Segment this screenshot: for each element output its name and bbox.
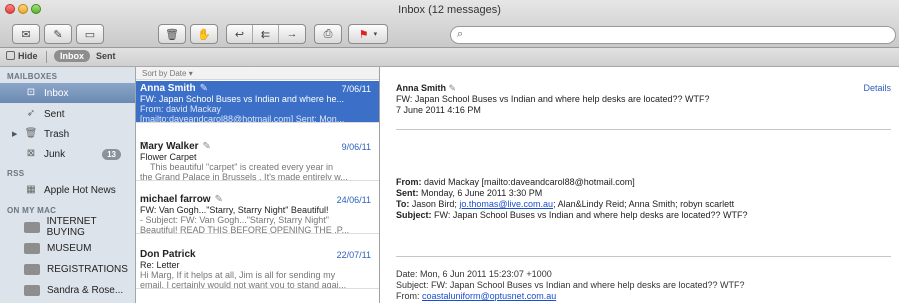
message-date: 7/06/11: [341, 84, 371, 94]
message-preview: - Subject: FW: Van Gogh..."Starry, Starr…: [140, 215, 329, 225]
delete-button[interactable]: 🗑: [158, 24, 186, 44]
title-toolbar: Inbox (12 messages) ✉ ✎ ▭ 🗑 ✋ ↩ ⇇ → ⎙ ⚑ ▾…: [0, 0, 899, 48]
favorite-inbox[interactable]: Inbox: [54, 50, 90, 62]
paperclip-icon: ✎: [202, 141, 211, 152]
sidebar-item-internet-buying[interactable]: INTERNET BUYING: [0, 216, 135, 238]
inbox-icon: ⊡: [26, 87, 36, 98]
list-item[interactable]: Mary Walker ✎ 9/06/11 Flower Carpet This …: [136, 139, 379, 181]
details-link[interactable]: Details: [863, 83, 891, 93]
rss-header: RSS: [7, 169, 25, 178]
search-icon: ⌕: [457, 28, 464, 40]
compose-button[interactable]: ✎: [44, 24, 72, 44]
forwarded-header: From: david Mackay [mailto:daveandcarol8…: [396, 177, 748, 220]
window-title: Inbox (12 messages): [398, 4, 501, 16]
on-my-mac-header: ON MY MAC: [7, 206, 57, 215]
reply-all-button[interactable]: ⇇: [253, 25, 279, 43]
favorites-bar: Hide Inbox Sent: [0, 48, 899, 67]
rss-feed-icon: ▦: [26, 184, 36, 195]
mailbox-sidebar: MAILBOXES ⊡ Inbox ➶ Sent ▶ 🗑 Trash ⊠ Junk 13…: [0, 67, 136, 303]
sidebar-item-trash[interactable]: ▶ 🗑 Trash: [0, 124, 135, 144]
paperclip-icon: ✎: [199, 83, 208, 94]
message-date: 24/06/11: [336, 195, 371, 205]
header-divider: [396, 129, 891, 130]
forward-button[interactable]: →: [279, 25, 305, 43]
paperclip-icon: ✎: [448, 83, 457, 93]
list-item[interactable]: Anna Smith ✎ 7/06/11 FW: Japan School Bus…: [136, 81, 379, 123]
envelope-icon: ✉: [21, 28, 31, 41]
sidebar-item-sent[interactable]: ➶ Sent: [0, 104, 135, 124]
email-link[interactable]: jo.thomas@live.com.au: [459, 199, 553, 209]
message-preview: From: david Mackay: [140, 104, 222, 114]
sidebar-item-apple-hot-news[interactable]: ▦ Apple Hot News: [0, 180, 135, 200]
header-datetime: 7 June 2011 4:16 PM: [396, 105, 481, 115]
disclosure-triangle-icon[interactable]: ▶: [12, 130, 17, 138]
mail-window: Inbox (12 messages) ✉ ✎ ▭ 🗑 ✋ ↩ ⇇ → ⎙ ⚑ ▾…: [0, 0, 899, 303]
paperclip-icon: ✎: [214, 194, 223, 205]
message-subject: Flower Carpet: [140, 152, 197, 162]
message-preview: This beautiful "carpet" is created every…: [150, 162, 333, 172]
flag-icon: ⚑: [358, 28, 369, 41]
get-mail-button[interactable]: ✉: [12, 24, 40, 44]
header-subject: FW: Japan School Buses vs Indian and whe…: [396, 94, 710, 104]
hide-mailboxes-button[interactable]: Hide: [6, 51, 38, 61]
message-list: Sort by Date ▾ Anna Smith ✎ 7/06/11 FW: J…: [136, 67, 380, 303]
message-subject: FW: Van Gogh..."Starry, Starry Night" Be…: [140, 205, 329, 215]
sidebar-item-sandra-rose[interactable]: Sandra & Rose...: [0, 280, 135, 300]
folder-icon: [24, 284, 40, 296]
message-preview: email. I certainly would not want you to…: [140, 280, 347, 289]
paper-plane-icon: ➶: [26, 108, 36, 119]
list-item[interactable]: michael farrow ✎ 24/06/11 FW: Van Gogh...…: [136, 192, 379, 234]
junk-icon: ⊠: [26, 148, 36, 159]
message-date: 9/06/11: [341, 142, 371, 152]
sidebar-item-registrations[interactable]: REGISTRATIONS: [0, 259, 135, 279]
reading-pane: Anna Smith ✎ FW: Japan School Buses vs I…: [381, 67, 899, 303]
header-sender: Anna Smith: [396, 83, 447, 93]
message-sender: Mary Walker: [140, 141, 199, 152]
mailboxes-header: MAILBOXES: [7, 72, 58, 81]
message-subject: FW: Japan School Buses vs Indian and whe…: [140, 94, 344, 104]
print-button[interactable]: ⎙: [314, 24, 342, 44]
flag-button[interactable]: ⚑ ▾: [348, 24, 388, 44]
printer-icon: ⎙: [323, 27, 333, 40]
sidebar-toggle-icon: [6, 51, 15, 60]
message-preview: the Grand Palace in Brussels . It's made…: [140, 172, 348, 181]
folder-icon: [24, 263, 40, 275]
raw-headers: Date: Mon, 6 Jun 2011 15:23:07 +1000 Sub…: [396, 269, 745, 301]
body-divider: [396, 256, 891, 257]
message-preview: [mailto:daveandcarol88@hotmail.com] Sent…: [140, 114, 345, 123]
folder-icon: [24, 221, 40, 233]
thumbs-down-icon: ✋: [197, 28, 211, 41]
search-input[interactable]: ⌕: [450, 26, 896, 44]
message-sender: Don Patrick: [140, 249, 196, 260]
trash-icon: 🗑: [24, 128, 38, 139]
favorite-sent[interactable]: Sent: [96, 51, 116, 61]
message-sender: Anna Smith: [140, 83, 196, 94]
message-sender: michael farrow: [140, 194, 211, 205]
sidebar-item-inbox[interactable]: ⊡ Inbox: [0, 83, 135, 103]
trash-icon: 🗑: [165, 28, 179, 41]
message-date: 22/07/11: [336, 250, 371, 260]
sidebar-item-junk[interactable]: ⊠ Junk 13: [0, 144, 135, 164]
junk-count-badge: 13: [102, 148, 121, 160]
message-preview: Beautiful! READ THIS BEFORE OPENING THE …: [140, 225, 350, 234]
folder-icon: [24, 242, 40, 254]
favorites-divider: [46, 51, 47, 63]
compose-icon: ✎: [53, 28, 63, 41]
list-item[interactable]: Don Patrick 22/07/11 Re: Letter Hi Marg,…: [136, 247, 379, 289]
chevron-down-icon: ▾: [373, 31, 378, 38]
email-link[interactable]: coastaluniform@optusnet.com.au: [422, 291, 556, 301]
reply-group: ↩ ⇇ →: [226, 24, 306, 44]
sidebar-item-museum[interactable]: MUSEUM: [0, 238, 135, 258]
forwarded-arrow-icon: →: [138, 136, 147, 146]
reply-button[interactable]: ↩: [227, 25, 253, 43]
junk-button[interactable]: ✋: [190, 24, 218, 44]
sort-by-date-button[interactable]: Sort by Date ▾: [136, 67, 379, 80]
message-subject: Re: Letter: [140, 260, 180, 270]
message-header: Anna Smith ✎ FW: Japan School Buses vs I…: [396, 83, 710, 116]
note-button[interactable]: ▭: [76, 24, 104, 44]
message-preview: Hi Marg, If it helps at all, Jim is all …: [140, 270, 336, 280]
note-icon: ▭: [84, 28, 96, 41]
